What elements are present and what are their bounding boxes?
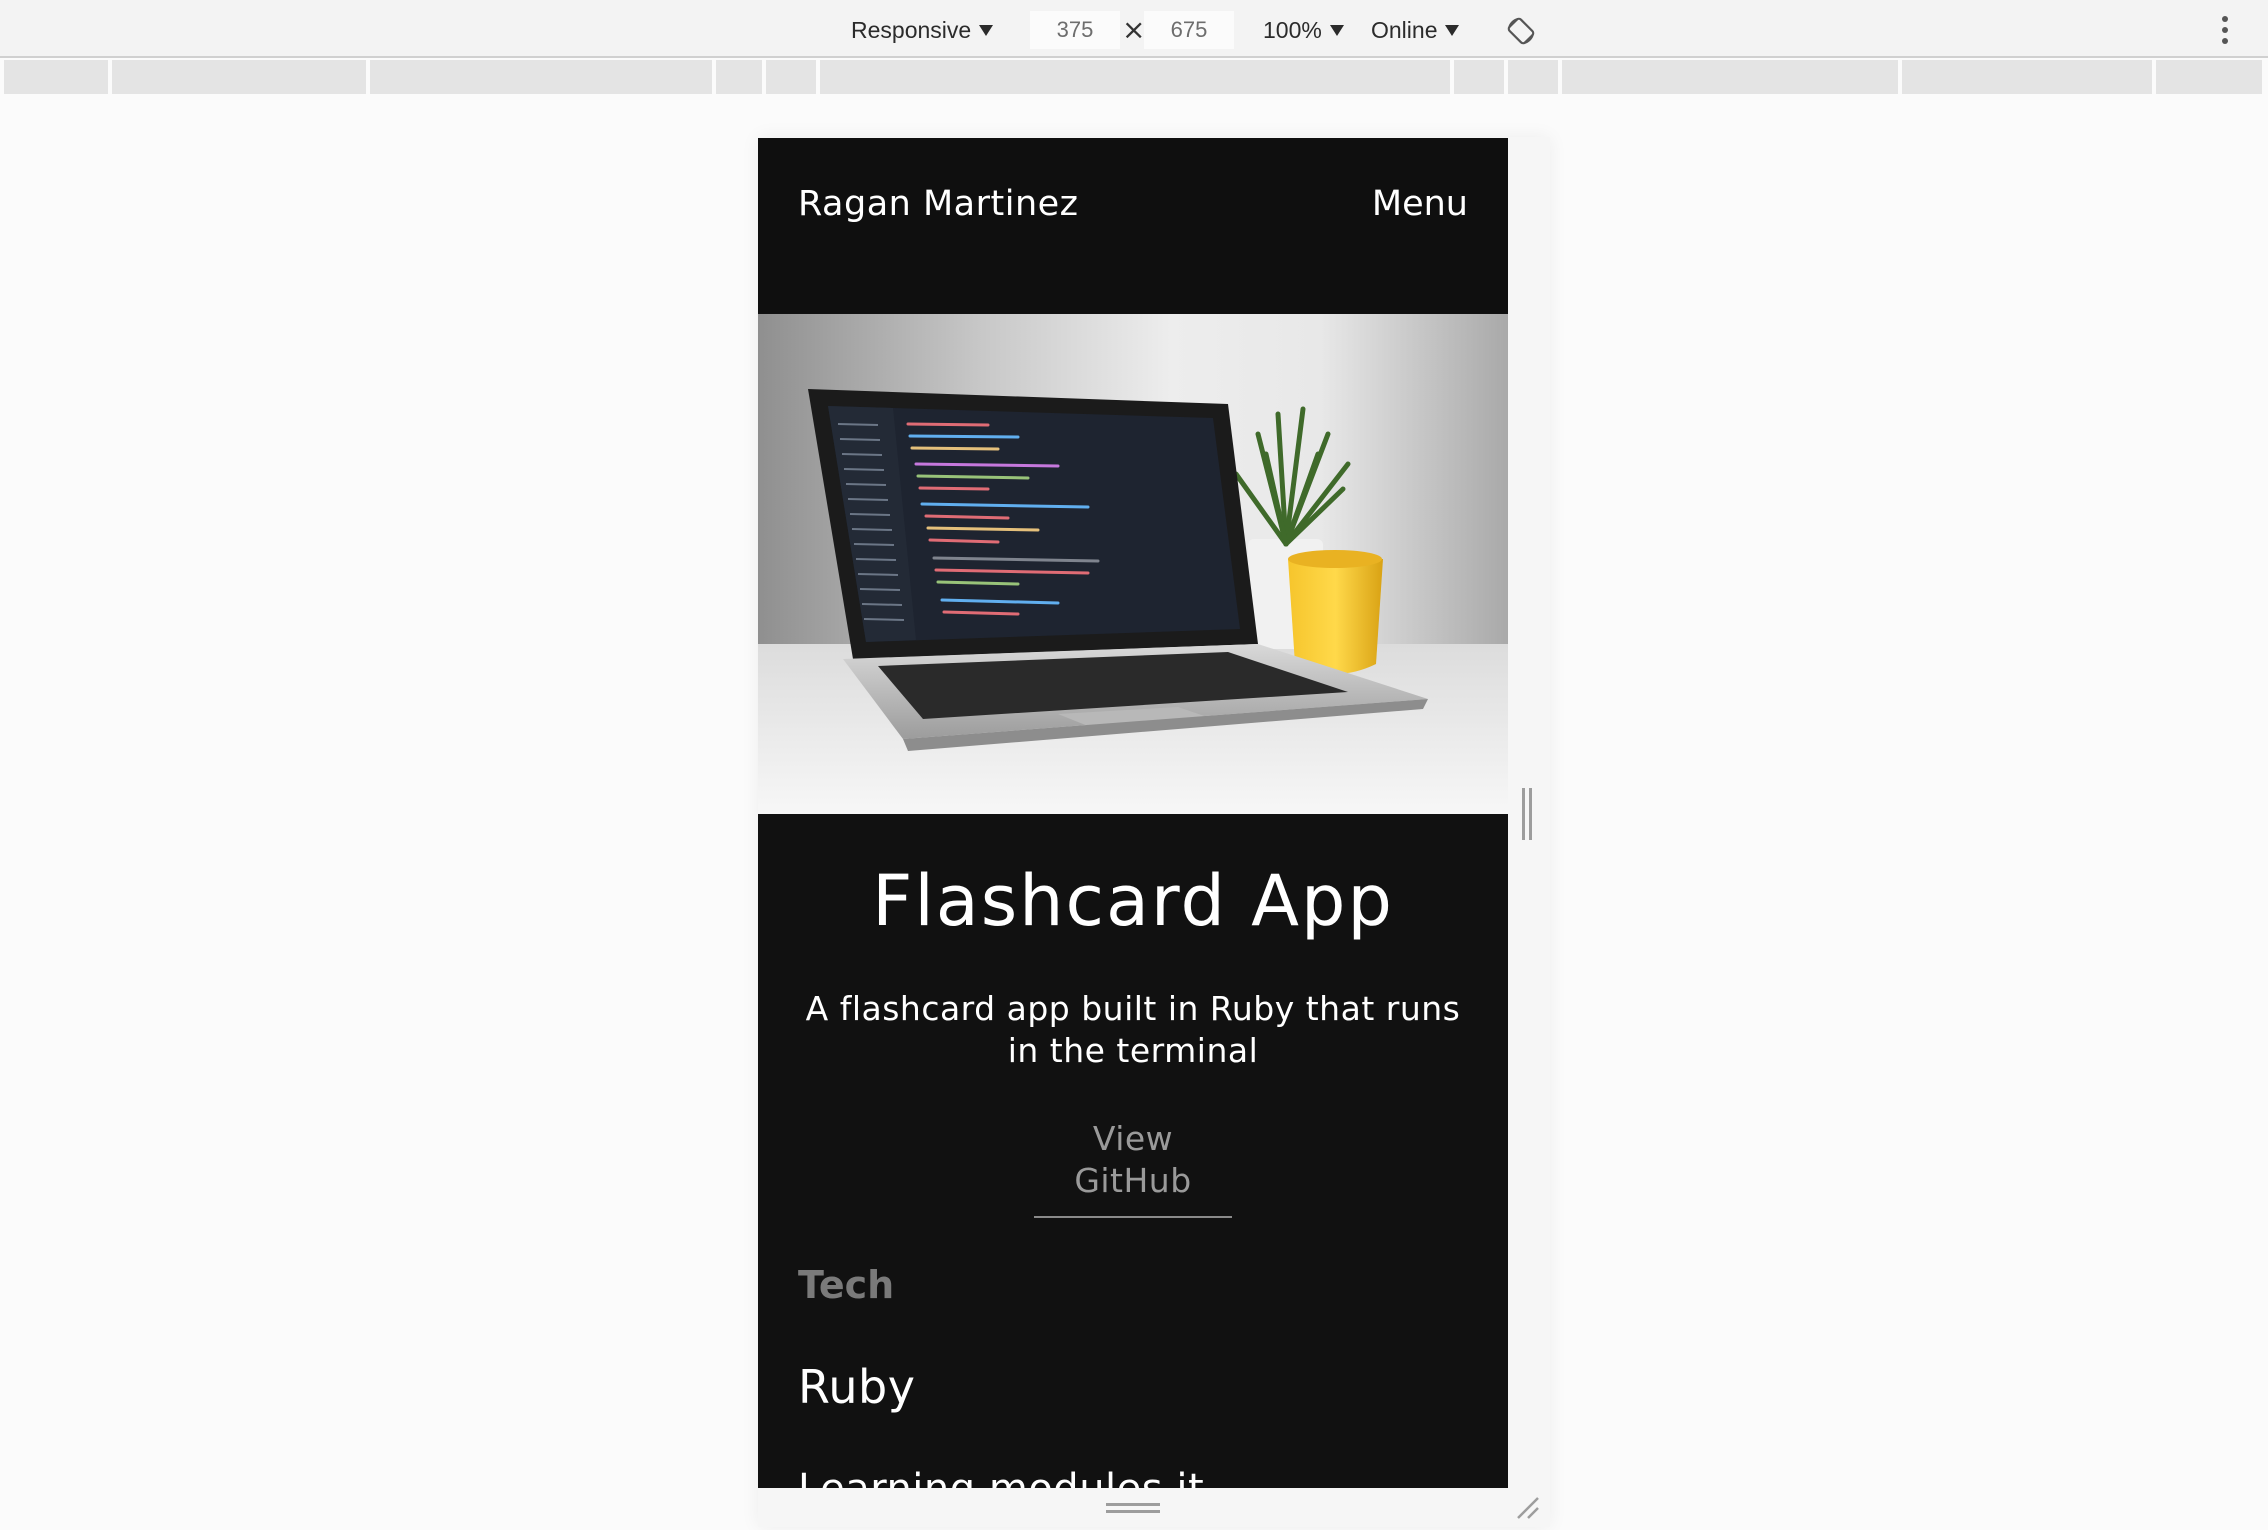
media-query-segment[interactable] [2156,60,2262,94]
zoom-label: 100% [1263,17,1322,43]
site-header: Ragan Martinez Menu [758,138,1508,313]
side-resize-handle[interactable] [1522,788,1534,840]
project-title: Flashcard App [872,860,1394,942]
menu-button[interactable]: Menu [1372,184,1468,224]
device-mode-dropdown[interactable]: Responsive [851,14,994,46]
rotate-icon[interactable] [1506,16,1536,46]
hero-image [758,314,1508,814]
view-github-link[interactable]: View GitHub [1034,1118,1232,1218]
media-query-segment[interactable] [1902,60,2152,94]
network-throttle-dropdown[interactable]: Online [1371,14,1460,46]
media-query-segment[interactable] [820,60,1450,94]
device-toolbar: Responsive 375 × 675 100% Online [0,0,2268,58]
more-options-icon[interactable] [2218,16,2232,46]
chevron-down-icon [1329,25,1344,36]
device-viewport: Ragan Martinez Menu Flashcard App A flas… [758,138,1508,1488]
project-description: A flashcard app built in Ruby that runs … [805,989,1461,1070]
chevron-down-icon [979,25,994,36]
media-query-bar [4,60,2262,94]
device-mode-label: Responsive [851,17,972,43]
zoom-dropdown[interactable]: 100% [1263,14,1344,46]
media-query-segment[interactable] [1454,60,1504,94]
chevron-down-icon [1445,25,1460,36]
media-query-segment[interactable] [766,60,816,94]
media-query-segment[interactable] [716,60,762,94]
media-query-segment[interactable] [4,60,108,94]
laptop-illustration [758,389,1508,814]
tech-heading: Tech [798,1263,895,1307]
dimension-separator: × [1122,13,1146,46]
media-query-segment[interactable] [370,60,712,94]
tech-item-ruby: Ruby [798,1360,916,1414]
media-query-segment[interactable] [1508,60,1558,94]
site-brand[interactable]: Ragan Martinez [798,184,1079,224]
network-label: Online [1371,17,1438,43]
width-input[interactable]: 375 [1030,11,1120,49]
height-input[interactable]: 675 [1144,11,1234,49]
section-text-cutoff: Learning modules it ... [798,1466,1257,1488]
corner-resize-icon[interactable] [1514,1494,1540,1520]
media-query-segment[interactable] [1562,60,1898,94]
media-query-segment[interactable] [112,60,366,94]
bottom-resize-handle[interactable] [1106,1503,1160,1515]
